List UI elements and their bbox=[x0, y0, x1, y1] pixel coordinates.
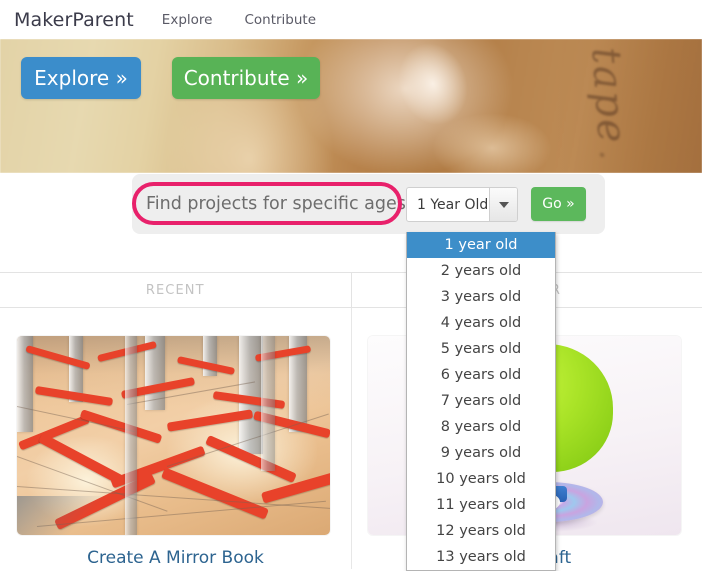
age-select-value: 1 Year Old bbox=[407, 197, 488, 213]
site-logo[interactable]: MakerParent bbox=[14, 9, 134, 31]
content-tabs: RECENT POPULAR bbox=[0, 272, 702, 308]
hero-button-group: Explore » Contribute » bbox=[21, 57, 320, 99]
age-filter-panel: Find projects for specific ages: 1 Year … bbox=[132, 174, 605, 234]
tab-recent[interactable]: RECENT bbox=[0, 272, 351, 308]
age-filter-label: Find projects for specific ages: bbox=[146, 194, 412, 214]
top-navigation-bar: MakerParent Explore Contribute bbox=[0, 0, 702, 39]
contribute-button[interactable]: Contribute » bbox=[172, 57, 320, 99]
hero-vignette bbox=[552, 39, 702, 173]
dropdown-option[interactable]: 3 years old bbox=[407, 284, 555, 310]
nav-links: Explore Contribute bbox=[162, 12, 348, 28]
age-select[interactable]: 1 Year Old bbox=[406, 187, 518, 222]
hero-highlight-smudge-secondary bbox=[432, 113, 552, 173]
dropdown-option[interactable]: 12 years old bbox=[407, 518, 555, 544]
explore-button[interactable]: Explore » bbox=[21, 57, 141, 99]
dropdown-option[interactable]: 10 years old bbox=[407, 466, 555, 492]
chevron-down-icon[interactable] bbox=[489, 188, 517, 221]
dropdown-option[interactable]: 1 year old bbox=[407, 232, 555, 258]
dropdown-option[interactable]: 5 years old bbox=[407, 336, 555, 362]
nav-link-contribute[interactable]: Contribute bbox=[244, 12, 316, 28]
dropdown-option[interactable]: 8 years old bbox=[407, 414, 555, 440]
dropdown-option[interactable]: 4 years old bbox=[407, 310, 555, 336]
project-thumbnail-mirror-book[interactable] bbox=[17, 336, 330, 535]
dropdown-option[interactable]: 11 years old bbox=[407, 492, 555, 518]
project-title-link[interactable]: Create A Mirror Book bbox=[0, 548, 351, 568]
nav-link-explore[interactable]: Explore bbox=[162, 12, 213, 28]
dropdown-option[interactable]: 6 years old bbox=[407, 362, 555, 388]
project-card-grid: Create A Mirror Book Hovercraft bbox=[0, 308, 702, 569]
dropdown-option[interactable]: 2 years old bbox=[407, 258, 555, 284]
mirror-book-artwork bbox=[17, 336, 330, 535]
tab-recent-label: RECENT bbox=[146, 283, 205, 298]
dropdown-option[interactable]: 7 years old bbox=[407, 388, 555, 414]
dropdown-option[interactable]: 13 years old bbox=[407, 544, 555, 570]
project-card-mirror-book[interactable]: Create A Mirror Book bbox=[0, 308, 351, 569]
age-dropdown-list[interactable]: 1 year old2 years old3 years old4 years … bbox=[406, 232, 556, 571]
dropdown-option[interactable]: 9 years old bbox=[407, 440, 555, 466]
go-button[interactable]: Go » bbox=[531, 187, 586, 221]
